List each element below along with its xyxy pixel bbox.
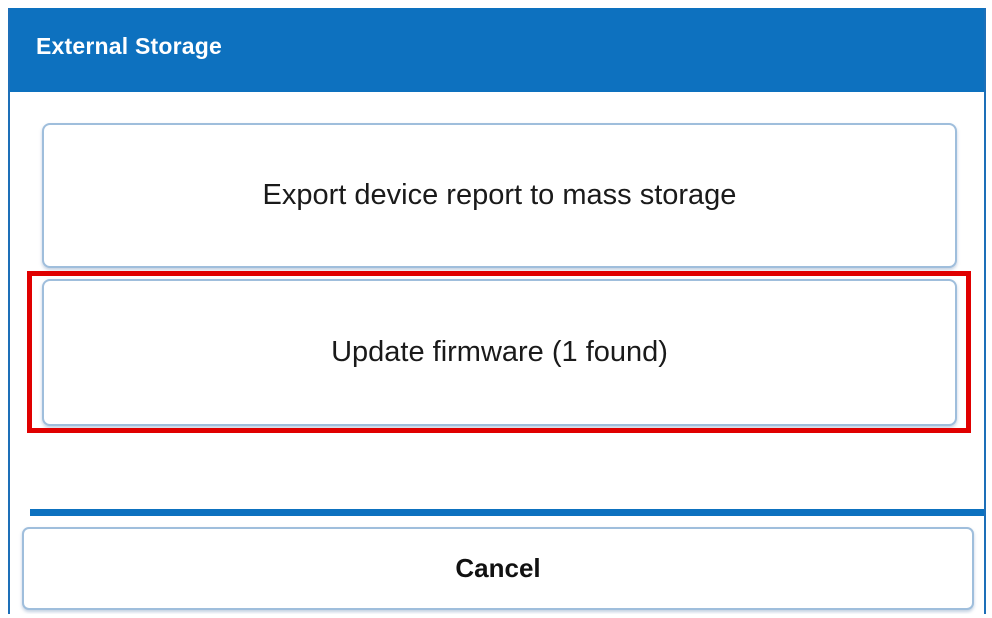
divider — [30, 509, 984, 516]
cancel-button[interactable]: Cancel — [22, 527, 974, 610]
update-firmware-button[interactable]: Update firmware (1 found) — [42, 279, 957, 426]
dialog-title: External Storage — [36, 33, 222, 59]
title-bar: External Storage — [10, 8, 984, 92]
export-device-report-button[interactable]: Export device report to mass storage — [42, 123, 957, 268]
external-storage-dialog: External Storage Export device report to… — [8, 8, 986, 614]
